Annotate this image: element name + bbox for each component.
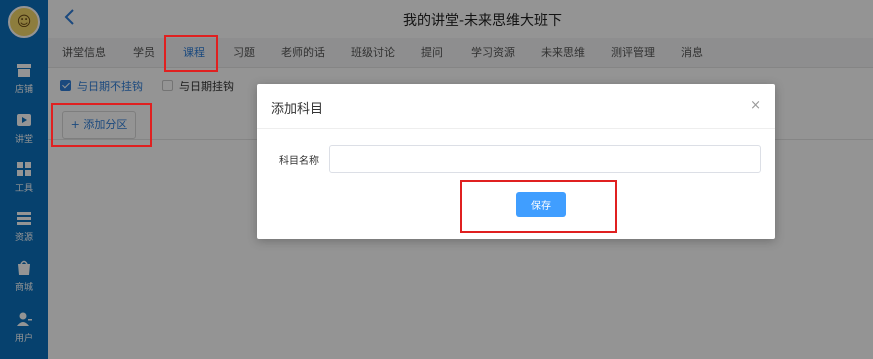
subject-name-label: 科目名称 — [279, 156, 319, 167]
annotation-box-add-zone — [51, 103, 152, 147]
dialog-title: 添加科目 — [271, 102, 324, 117]
annotation-box-save — [460, 180, 617, 233]
subject-name-input[interactable] — [329, 145, 761, 173]
annotation-box-courses-tab — [164, 35, 218, 72]
dialog-divider — [257, 128, 775, 129]
close-icon[interactable]: × — [750, 98, 761, 113]
